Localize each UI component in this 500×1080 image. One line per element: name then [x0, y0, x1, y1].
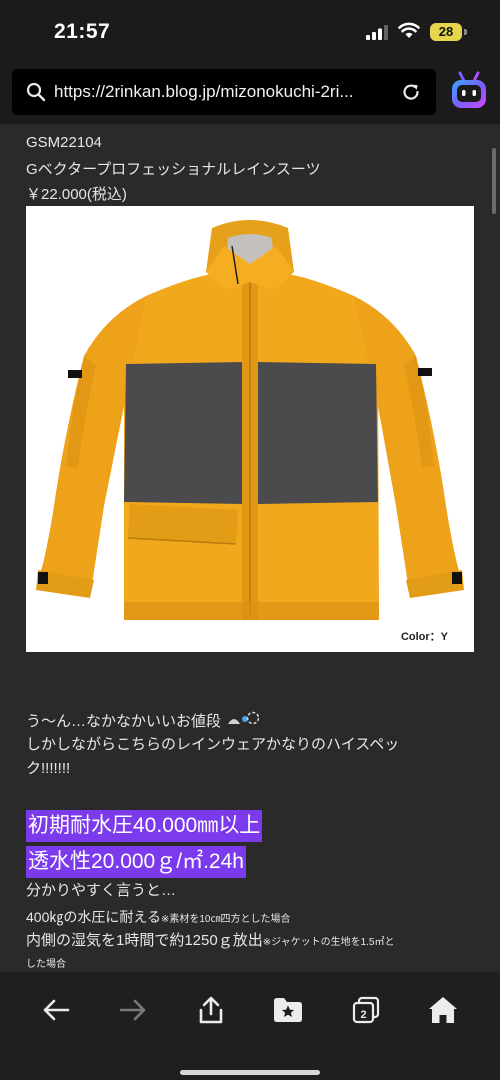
scrollbar-thumb[interactable]	[492, 148, 496, 214]
rain-jacket-image	[36, 220, 464, 620]
reload-icon[interactable]	[400, 81, 422, 103]
text-line-1-text: う〜ん…なかなかいいお値段	[26, 713, 222, 730]
battery-indicator: 28	[430, 23, 462, 41]
home-button[interactable]	[421, 992, 465, 1028]
page-content[interactable]: GSM22104 Gベクタープロフェッショナルレインスーツ ￥22.000(税込…	[0, 124, 500, 972]
text-line-6: 内側の湿気を1時間で約1250ｇ放出※ジャケットの生地を1.5㎡と	[26, 930, 395, 954]
back-icon	[43, 999, 70, 1021]
text-line-3: ク!!!!!!!	[26, 760, 71, 777]
sweat-emoji	[228, 711, 260, 725]
highlight-permeability: 透水性20.000ｇ/㎡.24h	[26, 846, 246, 878]
text-line-5: 400㎏の水圧に耐える※素材を10㎝四方とした場合	[26, 906, 290, 931]
text-line-1: う〜ん…なかなかいいお値段	[26, 710, 260, 733]
text-line-6-main: 内側の湿気を1時間で約1250ｇ放出	[26, 932, 263, 949]
bookmarks-button[interactable]	[266, 992, 310, 1028]
color-label: Color：Y	[400, 631, 448, 643]
search-icon	[26, 82, 46, 102]
browser-toolbar: 2	[0, 972, 500, 1080]
share-icon	[199, 996, 223, 1024]
home-indicator	[180, 1070, 320, 1075]
product-name: Gベクタープロフェッショナルレインスーツ	[26, 161, 321, 178]
back-button[interactable]	[34, 992, 78, 1028]
text-line-7: した場合	[26, 959, 66, 970]
wifi-icon	[398, 22, 420, 38]
product-photo[interactable]: Color：Y	[26, 206, 474, 652]
forward-button[interactable]	[111, 992, 155, 1028]
status-bar: 21:57 28	[0, 0, 500, 62]
tabs-button[interactable]: 2	[344, 992, 388, 1028]
text-line-6-note: ※ジャケットの生地を1.5㎡と	[262, 937, 395, 948]
text-line-4: 分かりやすく言うと…	[26, 882, 177, 899]
browser-url-row: https://2rinkan.blog.jp/mizonokuchi-2ri.…	[0, 62, 500, 124]
tabs-count: 2	[360, 1008, 367, 1021]
url-text[interactable]: https://2rinkan.blog.jp/mizonokuchi-2ri.…	[54, 82, 392, 102]
product-code: GSM22104	[26, 134, 102, 151]
address-bar[interactable]: https://2rinkan.blog.jp/mizonokuchi-2ri.…	[12, 69, 436, 115]
forward-icon	[119, 999, 146, 1021]
text-line-5-note: ※素材を10㎝四方とした場合	[160, 914, 291, 925]
bookmarks-icon	[274, 998, 302, 1022]
cellular-signal-icon	[366, 25, 388, 40]
ai-assistant-icon[interactable]	[449, 70, 489, 114]
status-time: 21:57	[54, 20, 111, 43]
home-icon	[429, 997, 457, 1023]
text-line-2: しかしながらこちらのレインウェアかなりのハイスペッ	[26, 736, 400, 753]
highlight-water-pressure: 初期耐水圧40.000㎜以上	[26, 810, 263, 842]
share-button[interactable]	[189, 992, 233, 1028]
product-price: ￥22.000(税込)	[26, 186, 127, 203]
text-line-5-main: 400㎏の水圧に耐える	[26, 909, 161, 925]
battery-nub	[464, 29, 467, 35]
